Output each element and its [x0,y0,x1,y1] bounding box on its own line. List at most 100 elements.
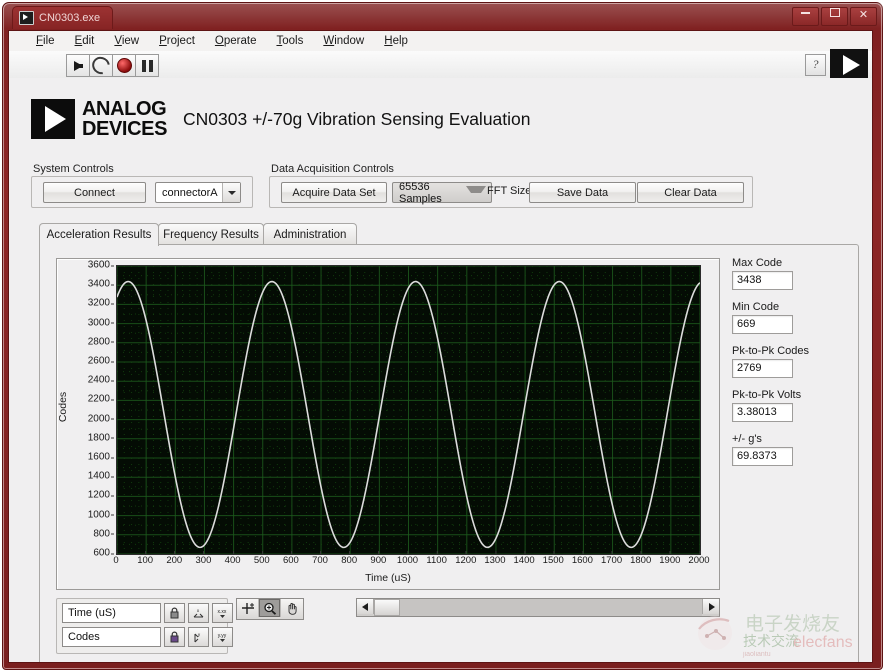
graph-y-tick-label: 3400 [53,279,114,290]
readout-value: 2769 [732,359,793,378]
system-controls-label: System Controls [33,163,114,175]
graph-y-tick-label: 1400 [53,471,114,482]
connect-button[interactable]: Connect [43,182,146,203]
graph-y-tick-label: 1000 [53,509,114,520]
lock-icon[interactable] [164,603,185,623]
svg-text:x: x [197,608,200,613]
graph-x-tick-label: 200 [166,551,182,566]
svg-text:x.xx: x.xx [218,609,227,615]
logo-line-2: DEVICES [82,118,168,140]
connector-select[interactable]: connectorA [155,182,241,203]
graph-plot-area[interactable] [116,265,701,555]
graph-x-tick-label: 1600 [572,551,593,566]
toolbar: ? [9,49,872,80]
menu-tools[interactable]: Tools [267,33,312,49]
save-data-button[interactable]: Save Data [529,182,636,203]
graph-y-tick-label: 1200 [53,490,114,501]
readout-pk-to-pk-volts: Pk-to-Pk Volts 3.38013 [732,389,801,422]
graph-x-tick-label: 1200 [455,551,476,566]
readout-label: Min Code [732,301,780,313]
scrollbar-track[interactable] [400,599,702,616]
scrollbar-thumb[interactable] [374,599,400,616]
fft-size-label: FFT Size [487,185,532,197]
pause-button[interactable] [135,54,159,77]
readout-value: 69.8373 [732,447,793,466]
graph-y-tick-label: 600 [53,548,114,559]
chevron-down-icon[interactable] [222,183,240,202]
readout-g-s: +/- g's 69.8373 [732,433,793,466]
menu-project[interactable]: Project [150,33,204,49]
fft-size-select[interactable]: 65536 Samples [392,181,492,205]
crosshair-cursor-icon[interactable] [237,599,259,617]
graph-x-tick-label: 1800 [630,551,651,566]
graph-x-tick-label: 1700 [601,551,622,566]
readout-value: 669 [732,315,793,334]
app-root: CN0303.exe ✕ File Edit View Project Oper… [0,0,887,672]
menu-edit[interactable]: Edit [66,33,104,49]
tab-frequency-results[interactable]: Frequency Results [158,223,264,245]
close-button[interactable]: ✕ [850,7,877,26]
window-buttons: ✕ [792,7,877,26]
page-title: CN0303 +/-70g Vibration Sensing Evaluati… [183,108,531,129]
graph-x-tick-label: 1300 [484,551,506,566]
magnifier-zoom-icon[interactable] [259,599,281,617]
x-scale-name[interactable]: Time (uS) [62,603,161,623]
acceleration-graph[interactable]: Codes 600 800 1000 1200 1400 1600 1800 2000 2200… [56,258,720,590]
run-continuously-icon [88,53,114,78]
scale-legend: Time (uS) x x.xx Codes y y.yy [56,598,233,654]
graph-y-tick-label: 3000 [53,317,114,328]
lock-icon[interactable] [164,627,185,647]
analog-devices-logo: ANALOG DEVICES [31,99,167,139]
scroll-left-arrow-icon[interactable] [357,599,374,614]
run-button[interactable] [66,54,90,77]
analog-devices-triangle-icon [31,99,75,139]
autoscale-y-icon[interactable]: y [188,627,209,647]
graph-palette [236,598,304,620]
run-vi-large-button[interactable] [830,49,868,80]
readout-value: 3.38013 [732,403,793,422]
graph-x-tick-label: 500 [254,551,270,566]
readout-max-code: Max Code 3438 [732,257,793,290]
acquire-data-set-button[interactable]: Acquire Data Set [281,182,387,203]
scroll-right-arrow-icon[interactable] [702,599,719,614]
graph-x-tick-label: 0 [113,551,119,566]
x-scale-row: Time (uS) x x.xx [62,603,233,623]
graph-x-tick-label: 100 [137,551,153,566]
tab-acceleration-results[interactable]: Acceleration Results [39,223,159,246]
pan-hand-icon[interactable] [281,599,302,617]
menu-help[interactable]: Help [375,33,417,49]
y-format-precision-icon[interactable]: y.yy [212,627,233,647]
chevron-down-icon[interactable] [466,185,486,200]
tab-page-acceleration-results: Codes 600 800 1000 1200 1400 1600 1800 2000 2200… [39,244,859,662]
graph-y-tick-label: 2000 [53,413,114,424]
graph-y-tick-label: 3600 [53,260,114,271]
menu-window[interactable]: Window [314,33,373,49]
graph-x-tick-label: 800 [341,551,357,566]
maximize-button[interactable] [821,7,848,26]
clear-data-button[interactable]: Clear Data [637,182,744,203]
daq-controls-label: Data Acquisition Controls [271,163,394,175]
y-scale-name[interactable]: Codes [62,627,161,647]
tab-strip: Acceleration Results Frequency Results A… [39,223,857,246]
window-title-tab[interactable]: CN0303.exe [12,6,114,29]
logo-line-1: ANALOG [82,98,167,120]
graph-x-tick-label: 600 [283,551,299,566]
tab-administration[interactable]: Administration [263,223,357,245]
minimize-button[interactable] [792,7,819,26]
menu-view[interactable]: View [105,33,148,49]
graph-horizontal-scrollbar[interactable] [356,598,720,617]
menu-file[interactable]: File [27,33,64,49]
context-help-button[interactable]: ? [805,54,826,76]
autoscale-x-icon[interactable]: x [188,603,209,623]
readout-min-code: Min Code 669 [732,301,793,334]
menu-operate[interactable]: Operate [206,33,266,49]
graph-y-tick-label: 1800 [53,432,114,443]
x-format-precision-icon[interactable]: x.xx [212,603,233,623]
abort-button[interactable] [112,54,136,77]
run-continuously-button[interactable] [88,53,114,78]
readout-pk-to-pk-codes: Pk-to-Pk Codes 2769 [732,345,809,378]
svg-text:y: y [198,632,201,637]
app-header: ANALOG DEVICES CN0303 +/-70g Vibration S… [31,99,531,139]
readout-label: Max Code [732,257,783,269]
graph-x-ticks: 0 100 200 300 400 500 600 700 800 900 1000 1100 1200… [113,551,710,569]
